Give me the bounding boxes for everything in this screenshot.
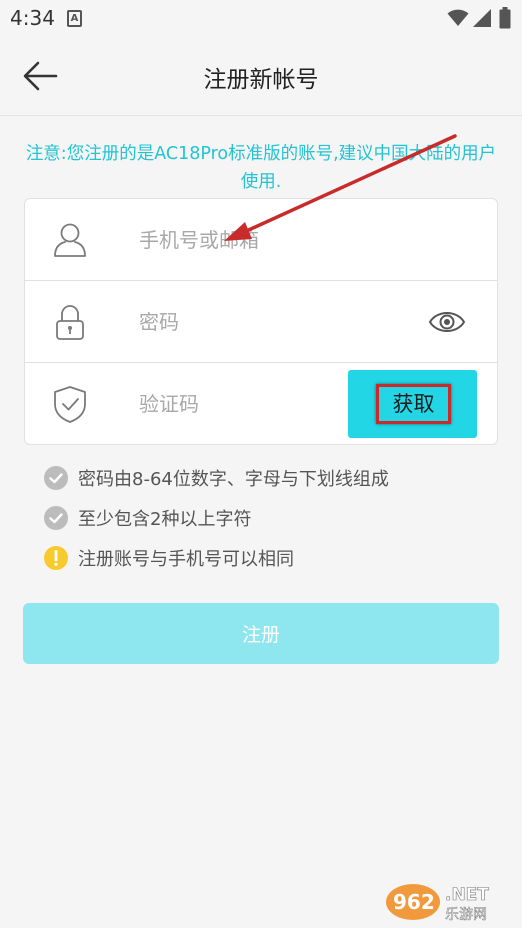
watermark-logo: 962 .NET 乐游网 [386,884,490,923]
battery-icon [499,7,511,29]
wifi-icon [447,9,469,26]
rule-text: 密码由8-64位数字、字母与下划线组成 [78,469,389,490]
signal-icon [473,9,491,27]
check-circle-icon [44,506,68,530]
verification-code-input[interactable] [139,388,329,420]
password-rules: 密码由8-64位数字、字母与下划线组成 至少包含2种以上字符 注册账号与手机号可… [44,464,484,584]
rule-item: 密码由8-64位数字、字母与下划线组成 [44,464,484,504]
a-box-icon: A [67,10,82,27]
status-bar: 4:34 A [0,0,522,38]
svg-text:962: 962 [393,890,435,914]
app-header: 注册新帐号 [0,38,522,116]
lock-icon [56,305,84,340]
get-code-button[interactable]: 获取 [348,370,477,438]
page-title: 注册新帐号 [203,67,319,93]
eye-icon [428,312,466,332]
rule-item: 注册账号与手机号可以相同 [44,544,484,584]
register-button[interactable]: 注册 [23,603,499,664]
status-time: 4:34 [10,6,55,30]
register-form: 获取 [24,198,498,445]
account-row [25,199,497,281]
site-watermark: 962 .NET 乐游网 [383,878,519,924]
password-row [25,281,497,363]
shield-check-icon [54,386,86,423]
user-icon [54,223,86,257]
svg-text:乐游网: 乐游网 [445,907,487,923]
rule-item: 至少包含2种以上字符 [44,504,484,544]
warning-circle-icon [44,546,68,570]
check-circle-icon [44,466,68,490]
password-input[interactable] [139,306,409,338]
get-code-label: 获取 [376,384,451,424]
account-input[interactable] [139,224,409,256]
rule-text: 至少包含2种以上字符 [78,509,252,530]
show-password-toggle[interactable] [427,305,467,339]
code-row: 获取 [25,363,497,445]
rule-text: 注册账号与手机号可以相同 [78,549,294,570]
svg-text:.NET: .NET [445,885,489,905]
notice-text: 注意:您注册的是AC18Pro标准版的账号,建议中国大陆的用户使用. [25,144,497,192]
